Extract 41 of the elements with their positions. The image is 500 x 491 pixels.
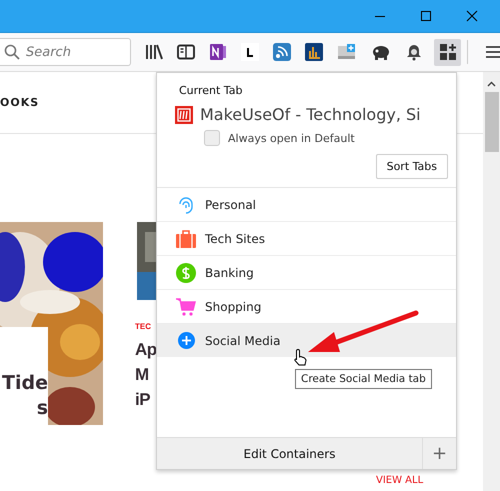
checkbox-label[interactable]: Always open in Default bbox=[228, 132, 355, 144]
search-field[interactable]: Search bbox=[0, 38, 131, 66]
site-icon bbox=[175, 106, 193, 124]
chart-icon[interactable] bbox=[305, 43, 323, 61]
article-title[interactable]: M bbox=[135, 362, 149, 387]
tooltip: Create Social Media tab bbox=[295, 369, 432, 389]
view-all-link[interactable]: VIEW ALL bbox=[376, 475, 424, 487]
sort-tabs-button[interactable]: Sort Tabs bbox=[376, 154, 448, 179]
article-title[interactable]: Tide bbox=[2, 371, 48, 396]
close-icon[interactable] bbox=[466, 10, 478, 22]
nav-link[interactable]: OOKS bbox=[0, 96, 40, 109]
library-icon[interactable] bbox=[145, 44, 163, 60]
article-title[interactable]: s bbox=[36, 396, 48, 421]
notebook-icon[interactable] bbox=[209, 43, 227, 61]
article-title[interactable]: Ap bbox=[135, 337, 157, 362]
edit-containers-button[interactable]: Edit Containers bbox=[157, 438, 423, 469]
article-title[interactable]: iP bbox=[135, 387, 150, 412]
container-item[interactable]: Banking bbox=[157, 256, 456, 290]
containers-icon bbox=[440, 44, 456, 60]
scroll-up-icon[interactable] bbox=[487, 81, 496, 87]
containers-button[interactable] bbox=[434, 38, 461, 66]
container-item[interactable]: Tech Sites bbox=[157, 222, 456, 256]
scrollbar[interactable] bbox=[483, 72, 500, 491]
bell-icon[interactable] bbox=[405, 43, 423, 61]
app-icon[interactable] bbox=[241, 43, 259, 61]
checkbox[interactable] bbox=[204, 130, 220, 146]
article-category[interactable]: TEC bbox=[135, 322, 151, 331]
feed-icon[interactable] bbox=[273, 43, 291, 61]
panel-heading: Current Tab bbox=[179, 84, 242, 97]
menu-icon[interactable] bbox=[485, 45, 500, 59]
pig-icon[interactable] bbox=[371, 44, 391, 60]
hand-cursor-icon bbox=[293, 348, 309, 368]
maximize-icon[interactable] bbox=[420, 10, 432, 22]
search-icon bbox=[4, 44, 20, 60]
container-item[interactable]: Personal bbox=[157, 188, 456, 222]
scroll-thumb[interactable] bbox=[484, 92, 498, 152]
sidebar-icon[interactable] bbox=[177, 44, 195, 60]
add-container-button[interactable]: + bbox=[423, 438, 456, 469]
screenshot-icon[interactable] bbox=[337, 43, 357, 61]
tab-title: MakeUseOf - Technology, Si bbox=[200, 105, 421, 124]
container-item[interactable]: Social Media bbox=[157, 324, 456, 357]
